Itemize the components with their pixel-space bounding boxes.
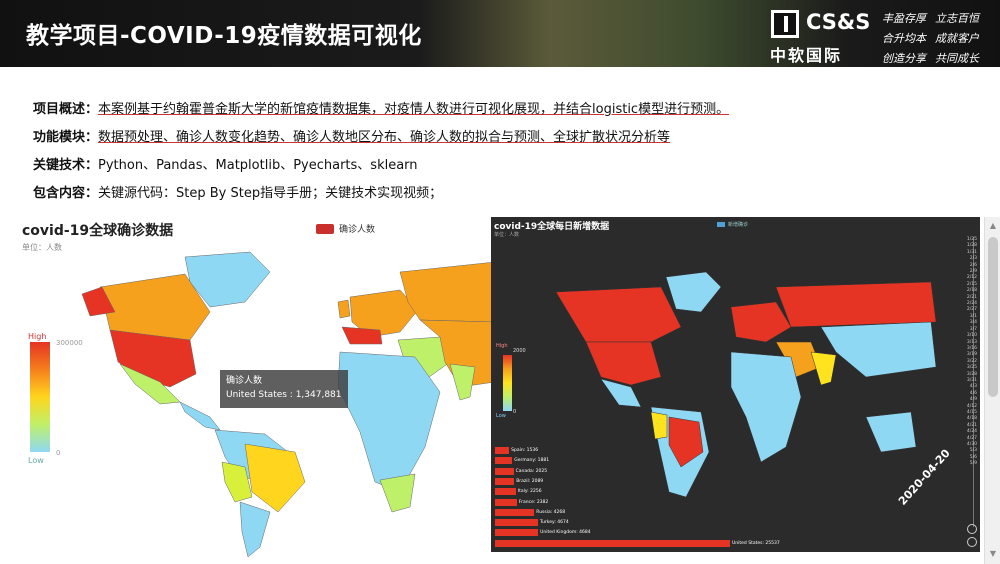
map-region-africa [337,351,441,493]
bar-label: Germany: 1881 [514,458,550,464]
map-tooltip: 确诊人数 United States : 1,347,881 [220,370,348,408]
scroll-thumb[interactable] [988,237,998,397]
info-row-tech: 关键技术：Python、Pandas、Matplotlib、Pyecharts、… [33,152,729,180]
info-text: 本案例基于约翰霍普金斯大学的新馆疫情数据集，对疫情人数进行可视化展现，并结合lo… [98,102,730,117]
bar-label: Canada: 2025 [515,468,548,474]
map-region-south-africa [379,473,416,513]
map-region-canada [555,286,682,343]
bar-label: Spain: 1536 [511,448,539,453]
timeline-tick[interactable]: 5/9 [957,461,977,467]
map-region-brazil [244,443,306,513]
slide: 教学项目-COVID-19疫情数据可视化 CS&S 中软国际 丰盈存厚 立志百恒 … [0,0,1000,564]
bar-brazil[interactable] [495,477,515,485]
logo-chinese-name: 中软国际 [770,46,843,65]
map-region-spain-italy [341,326,383,345]
page-title: 教学项目-COVID-19疫情数据可视化 [26,23,422,49]
info-row-overview: 项目概述：本案例基于约翰霍普金斯大学的新馆疫情数据集，对疫情人数进行可视化展现，… [33,96,729,124]
slogan: 丰盈存厚 [882,12,926,25]
play-button[interactable] [967,524,977,534]
bar-italy[interactable] [495,488,516,496]
visualmap-low-label: Low [28,456,44,465]
info-label: 关键技术： [33,158,99,173]
tooltip-series: 确诊人数 [226,376,263,386]
bar-label: Turkey: 4674 [540,520,569,526]
logo-text: CS&S [806,10,871,34]
chart-subtitle: 单位：人数 [494,232,520,238]
scrollbar[interactable]: ▲ ▼ [984,217,1000,564]
map-region-africa [730,351,802,463]
info-text: 关键源代码：Step By Step指导手册；关键技术实现视频； [98,186,443,201]
slogan: 成就客户 [935,32,979,45]
bar-russia[interactable] [495,508,535,516]
visualmap-gradient[interactable] [503,355,512,411]
bar-label: United Kingdom: 4684 [540,530,591,536]
bar-label: Brazil: 2089 [516,478,544,484]
map-region-usa [585,341,662,386]
tooltip-value: United States : 1,347,881 [226,390,342,400]
bar-germany[interactable] [495,457,513,465]
scroll-up-icon[interactable]: ▲ [988,221,998,231]
slogan: 共同成长 [935,52,979,65]
map-region-uk [337,299,351,319]
bar-united-states[interactable] [495,539,730,547]
map-region-europe [730,301,792,343]
info-text: Python、Pandas、Matplotlib、Pyecharts、sklea… [98,158,418,173]
bar-label: Italy: 2256 [517,489,542,495]
bar-label: United States: 25537 [732,540,780,546]
scroll-down-icon[interactable]: ▼ [988,549,998,559]
map-region-peru [650,411,668,440]
visualmap-low-label: Low [496,413,506,419]
info-label: 功能模块： [33,130,99,145]
bar-france[interactable] [495,498,517,506]
info-row-modules: 功能模块：数据预处理、确诊人数变化趋势、确诊人数地区分布、确诊人数的拟合与预测、… [33,124,729,152]
map-region-greenland [665,271,722,313]
visualmap-min: 0 [513,409,517,415]
legend-item[interactable]: 新增确诊 [717,221,748,228]
world-map-dark-svg[interactable] [491,217,961,552]
bar-united-kingdom[interactable] [495,529,539,537]
visualmap-high-label: High [28,332,47,341]
daily-new-cases-chart[interactable]: covid-19全球每日新增数据 单位：人数 新增确诊 High 2000 0 … [491,217,980,552]
legend-swatch-icon [717,222,725,227]
slogan: 立志百恒 [935,12,979,25]
map-region-asia [820,321,937,378]
bar-turkey[interactable] [495,519,538,527]
bar-label: Russia: 4268 [536,509,566,515]
autoplay-button[interactable] [967,537,977,547]
visualmap-gradient[interactable] [30,342,50,452]
visualmap-max: 300000 [56,339,83,347]
slogans: 丰盈存厚 立志百恒 合升均本 成就客户 创造分享 共同成长 [882,9,994,67]
info-text: 数据预处理、确诊人数变化趋势、确诊人数地区分布、确诊人数的拟合与预测、全球扩散状… [98,130,671,145]
legend-label: 新增确诊 [728,222,749,228]
timeline[interactable]: 1/25 1/28 1/31 2/3 2/6 2/9 2/12 2/15 2/18 2/21 2/2… [957,237,977,517]
company-logo-icon [771,10,799,38]
visualmap-high-label: High [496,343,508,349]
world-confirmed-map[interactable]: covid-19全球确诊数据 单位：人数 确诊人数 High 300000 0 … [20,212,495,564]
map-region-australia [865,411,917,453]
visualmap-min: 0 [56,449,61,457]
bar-label: France: 2382 [518,499,549,505]
map-region-russia [775,281,937,328]
bar-canada[interactable] [495,467,514,475]
info-row-contents: 包含内容：关键源代码：Step By Step指导手册；关键技术实现视频； [33,180,729,208]
slide-header: 教学项目-COVID-19疫情数据可视化 CS&S 中软国际 丰盈存厚 立志百恒 … [0,0,1000,67]
project-info: 项目概述：本案例基于约翰霍普金斯大学的新馆疫情数据集，对疫情人数进行可视化展现，… [33,96,729,208]
bar-spain[interactable] [495,447,510,454]
slogan: 创造分享 [882,52,926,65]
map-region-central-america [179,401,221,431]
visualmap-max: 2000 [513,348,526,354]
info-label: 包含内容： [33,186,99,201]
map-region-india [449,363,476,401]
map-region-argentina [239,501,271,558]
slogan: 合升均本 [882,32,926,45]
info-label: 项目概述： [33,102,99,117]
